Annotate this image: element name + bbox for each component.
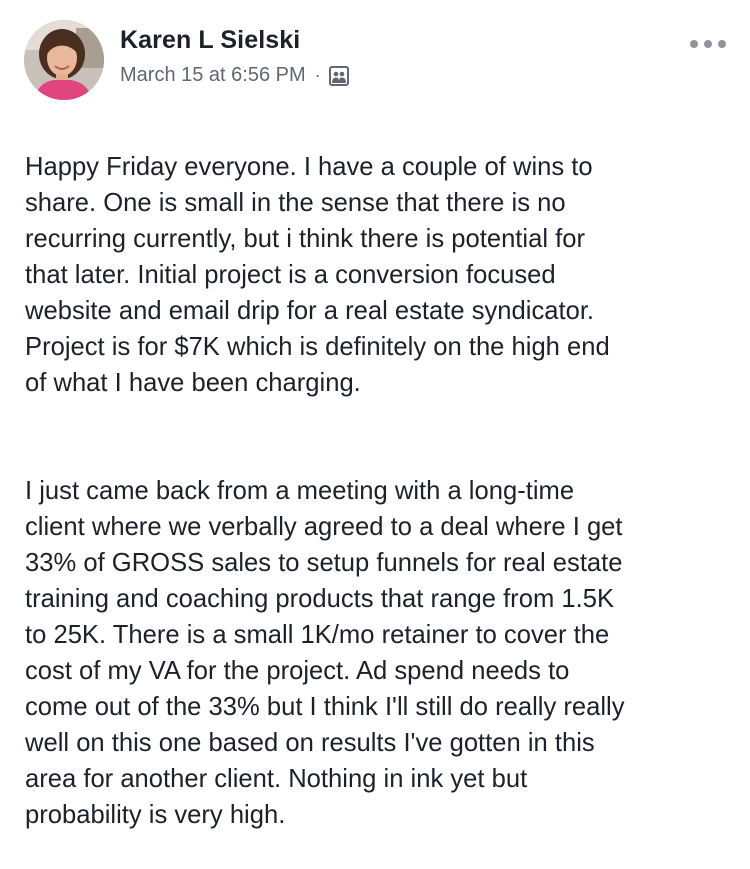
more-dot xyxy=(718,40,726,48)
avatar-image xyxy=(24,20,104,100)
more-options-icon[interactable] xyxy=(690,34,726,54)
post-body: Happy Friday everyone. I have a couple o… xyxy=(25,113,727,869)
group-icon[interactable] xyxy=(328,65,349,86)
post-card: Karen L Sielski March 15 at 6:56 PM · Ha… xyxy=(0,0,750,829)
post-meta: March 15 at 6:56 PM · xyxy=(120,64,349,87)
post-header: Karen L Sielski March 15 at 6:56 PM · xyxy=(24,20,726,100)
author-name[interactable]: Karen L Sielski xyxy=(120,26,300,55)
post-timestamp[interactable]: March 15 at 6:56 PM xyxy=(120,64,306,87)
more-dot xyxy=(704,40,712,48)
more-dot xyxy=(690,40,698,48)
post-paragraph: Happy Friday everyone. I have a couple o… xyxy=(25,153,610,397)
meta-separator: · xyxy=(314,65,321,85)
post-paragraph: I just came back from a meeting with a l… xyxy=(25,477,625,829)
author-avatar[interactable] xyxy=(24,20,104,100)
